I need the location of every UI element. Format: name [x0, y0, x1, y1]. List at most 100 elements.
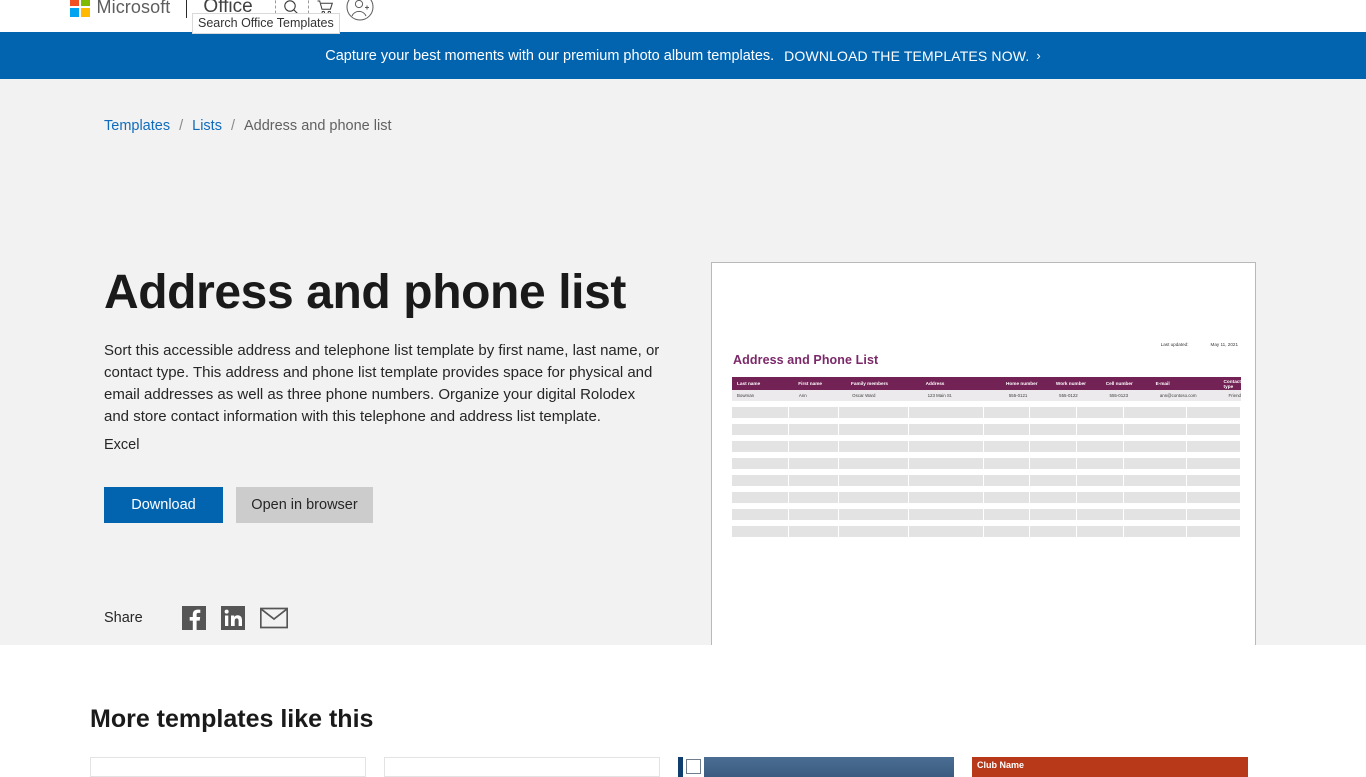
promo-banner-cta-label: DOWNLOAD THE TEMPLATES NOW.: [784, 47, 1030, 64]
account-icon[interactable]: [343, 0, 377, 24]
more-templates-title: More templates like this: [90, 705, 374, 733]
preview-placeholder-cell: [838, 509, 908, 520]
preview-placeholder-cell: [1123, 424, 1187, 435]
more-templates-section: More templates like this Club Name: [0, 645, 1366, 777]
preview-placeholder-cell: [789, 441, 838, 452]
chevron-right-icon: ›: [1036, 48, 1041, 63]
breadcrumb-item-lists[interactable]: Lists: [192, 118, 222, 134]
preview-placeholder-cell: [1030, 424, 1076, 435]
page-title: Address and phone list: [104, 266, 626, 319]
card-thumbnail-icon: [686, 759, 701, 774]
preview-placeholder-cell: [1187, 441, 1240, 452]
preview-placeholder-cell: [1123, 509, 1187, 520]
template-preview[interactable]: Last updated: May 11, 2021 Address and P…: [711, 262, 1256, 681]
preview-placeholder-cell: [908, 492, 983, 503]
preview-placeholder-cell: [1187, 407, 1240, 418]
preview-placeholder-cell: [838, 458, 908, 469]
preview-placeholder-cell: [1030, 509, 1076, 520]
microsoft-brand-label[interactable]: Microsoft: [97, 0, 171, 18]
preview-placeholder-cell: [1030, 492, 1076, 503]
more-templates-card-row: Club Name: [90, 757, 1266, 777]
preview-placeholder-cell: [732, 475, 789, 486]
preview-placeholder-cell: [983, 509, 1030, 520]
cell-family-members: Oscar Ward: [852, 393, 876, 398]
preview-table-row: Bowman Ann Oscar Ward 123 Main St. 555-0…: [732, 390, 1241, 401]
preview-placeholder-cell: [983, 492, 1030, 503]
breadcrumb-item-templates[interactable]: Templates: [104, 118, 170, 134]
preview-placeholder-cell: [1076, 407, 1123, 418]
preview-placeholder-cell: [1076, 509, 1123, 520]
preview-placeholder-cell: [1076, 458, 1123, 469]
preview-placeholder-cell: [1187, 492, 1240, 503]
preview-placeholder-cell: [908, 526, 983, 537]
preview-placeholder-cell: [983, 475, 1030, 486]
preview-placeholder-cell: [838, 492, 908, 503]
preview-placeholder-cell: [908, 407, 983, 418]
preview-table-header-row: Last name First name Family members Addr…: [732, 377, 1241, 390]
preview-placeholder-cell: [1030, 526, 1076, 537]
cell-work-number: 555-0122: [1059, 393, 1078, 398]
search-tooltip: Search Office Templates: [192, 13, 340, 34]
preview-col-last-name: Last name: [737, 381, 761, 386]
template-card-2[interactable]: [384, 757, 660, 777]
template-card-1[interactable]: [90, 757, 366, 777]
preview-placeholder-cell: [983, 441, 1030, 452]
card-accent-strip: [678, 757, 683, 777]
template-card-3[interactable]: [678, 757, 954, 777]
preview-placeholder-cell: [1123, 475, 1187, 486]
microsoft-logo-icon[interactable]: [70, 0, 90, 17]
preview-placeholder-cell: [789, 475, 838, 486]
preview-placeholder-cell: [983, 407, 1030, 418]
preview-col-home-number: Home number: [1006, 381, 1038, 386]
preview-placeholder-cell: [1123, 458, 1187, 469]
preview-placeholder-cell: [1076, 424, 1123, 435]
preview-placeholder-cell: [908, 441, 983, 452]
preview-placeholder-cell: [789, 492, 838, 503]
promo-banner-cta-link[interactable]: DOWNLOAD THE TEMPLATES NOW. ›: [774, 48, 1041, 64]
preview-placeholder-cell: [1076, 441, 1123, 452]
preview-placeholder-cell: [1030, 441, 1076, 452]
preview-placeholder-row: [732, 458, 1241, 469]
preview-placeholder-cell: [1123, 526, 1187, 537]
cell-last-name: Bowman: [737, 393, 755, 398]
breadcrumb-separator: /: [179, 118, 184, 134]
preview-placeholder-cell: [908, 424, 983, 435]
preview-placeholder-cell: [732, 458, 789, 469]
template-card-4[interactable]: Club Name: [972, 757, 1248, 777]
linkedin-icon[interactable]: [220, 606, 245, 630]
share-row: Share: [104, 606, 303, 630]
preview-title: Address and Phone List: [733, 353, 879, 367]
preview-col-address: Address: [925, 381, 945, 386]
preview-placeholder-cell: [983, 424, 1030, 435]
facebook-icon[interactable]: [181, 606, 206, 630]
preview-placeholder-cell: [1123, 492, 1187, 503]
preview-placeholder-row: [732, 441, 1241, 452]
preview-placeholder-cell: [908, 475, 983, 486]
preview-placeholder-cell: [1123, 407, 1187, 418]
preview-last-updated: Last updated: May 11, 2021: [1161, 342, 1238, 347]
breadcrumb: Templates / Lists / Address and phone li…: [104, 118, 392, 134]
preview-placeholder-cell: [1030, 458, 1076, 469]
preview-last-updated-value: May 11, 2021: [1210, 342, 1239, 347]
preview-placeholder-cell: [732, 492, 789, 503]
preview-placeholder-cell: [732, 526, 789, 537]
card-club-name-label: Club Name: [977, 760, 1025, 770]
preview-placeholder-cell: [1030, 475, 1076, 486]
download-button[interactable]: Download: [104, 487, 223, 523]
preview-col-family-members: Family members: [851, 381, 888, 386]
preview-placeholder-cell: [732, 407, 789, 418]
preview-placeholder-cell: [1187, 509, 1240, 520]
preview-placeholder-cell: [789, 407, 838, 418]
preview-placeholder-cell: [1076, 526, 1123, 537]
preview-col-work-number: Work number: [1055, 381, 1087, 386]
preview-col-cell-number: Cell number: [1105, 381, 1133, 386]
email-icon[interactable]: [259, 607, 288, 629]
cell-contact-type: Friend: [1228, 393, 1241, 398]
breadcrumb-separator: /: [230, 118, 235, 134]
promo-banner: Capture your best moments with our premi…: [0, 32, 1366, 79]
promo-banner-text: Capture your best moments with our premi…: [325, 47, 775, 64]
preview-placeholder-cell: [983, 526, 1030, 537]
preview-placeholder-cell: [908, 509, 983, 520]
breadcrumb-item-current: Address and phone list: [243, 118, 392, 134]
open-in-browser-button[interactable]: Open in browser: [236, 487, 373, 523]
